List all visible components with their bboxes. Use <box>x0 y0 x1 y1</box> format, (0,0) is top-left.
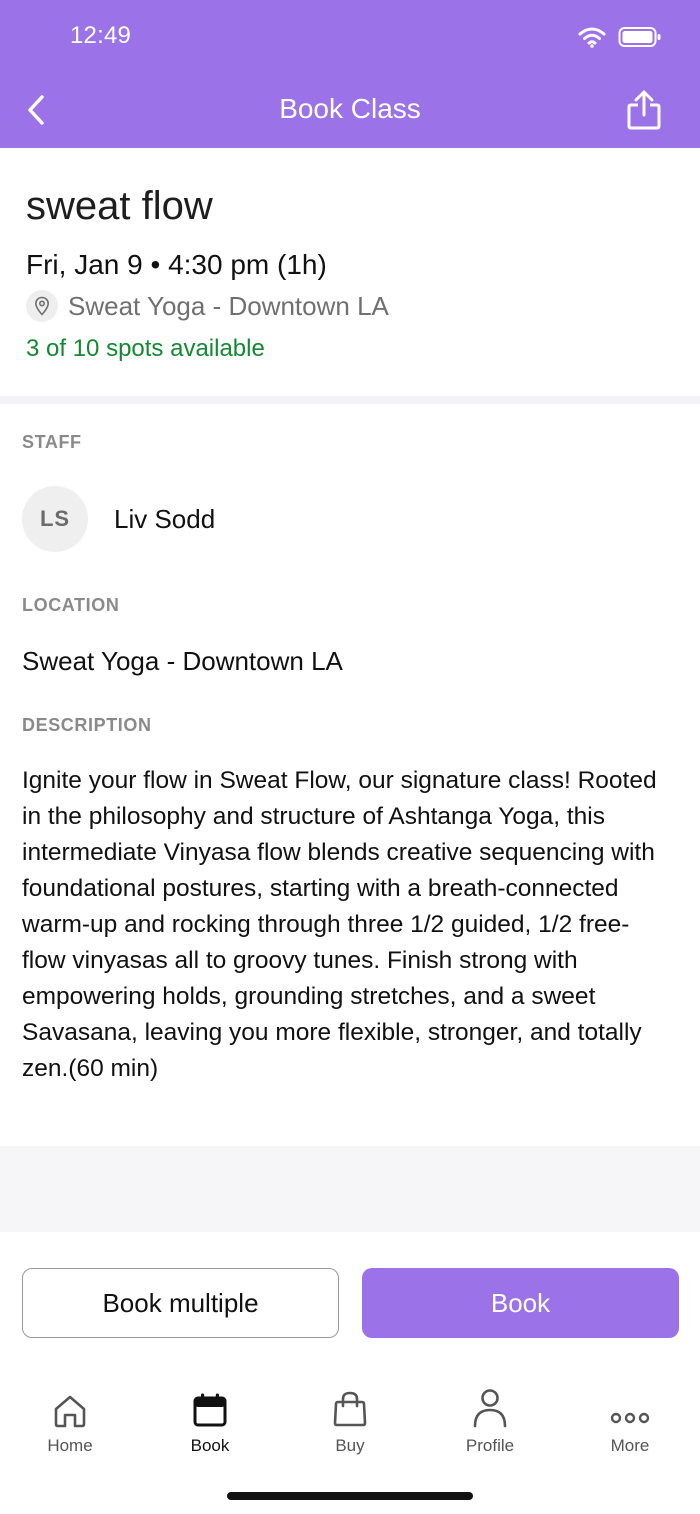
shopping-bag-icon <box>333 1391 367 1427</box>
tab-profile[interactable]: Profile <box>420 1368 560 1468</box>
status-icons <box>578 26 662 48</box>
location-pin-icon <box>26 290 58 322</box>
home-indicator <box>227 1492 473 1500</box>
section-divider <box>0 396 700 404</box>
book-multiple-button[interactable]: Book multiple <box>22 1268 339 1338</box>
status-time: 12:49 <box>70 22 132 49</box>
book-button[interactable]: Book <box>362 1268 679 1338</box>
spots-available: 3 of 10 spots available <box>26 335 265 362</box>
class-name: sweat flow <box>26 184 213 228</box>
page-title: Book Class <box>279 93 421 124</box>
book-class-screen: 12:49 Book Class sweat flow Fri, Jan 9 •… <box>0 0 700 1514</box>
tab-book[interactable]: Book <box>140 1368 280 1468</box>
class-datetime: Fri, Jan 9 • 4:30 pm (1h) <box>26 249 327 280</box>
description-section-label: DESCRIPTION <box>22 715 152 735</box>
class-location-text: Sweat Yoga - Downtown LA <box>68 290 389 321</box>
location-section-label: LOCATION <box>22 595 120 615</box>
class-location-row[interactable]: Sweat Yoga - Downtown LA <box>26 290 389 322</box>
staff-name: Liv Sodd <box>114 503 216 534</box>
location-value: Sweat Yoga - Downtown LA <box>22 646 343 676</box>
tab-buy[interactable]: Buy <box>280 1368 420 1468</box>
tab-label: More <box>610 1436 650 1455</box>
more-dots-icon <box>610 1412 650 1424</box>
class-summary: sweat flow Fri, Jan 9 • 4:30 pm (1h) Swe… <box>0 148 700 396</box>
avatar: LS <box>22 486 88 552</box>
content-footer-band <box>0 1146 700 1232</box>
calendar-icon <box>193 1393 227 1427</box>
share-icon <box>627 90 661 130</box>
share-button[interactable] <box>624 88 664 132</box>
battery-icon <box>618 27 661 47</box>
tab-label: Book <box>190 1436 230 1455</box>
wifi-icon <box>578 27 606 48</box>
staff-section-label: STAFF <box>22 432 82 452</box>
tab-home[interactable]: Home <box>0 1368 140 1468</box>
class-description: Ignite your flow in Sweat Flow, our sign… <box>22 767 657 1082</box>
person-icon <box>473 1389 507 1428</box>
tab-label: Buy <box>335 1436 365 1455</box>
tab-more[interactable]: More <box>560 1368 700 1468</box>
tab-bar: Home Book Buy Profile More <box>0 1368 700 1468</box>
home-icon <box>54 1395 86 1428</box>
staff-member-row[interactable]: LS Liv Sodd <box>22 486 215 552</box>
header-bar: 12:49 Book Class <box>0 0 700 148</box>
tab-label: Profile <box>465 1436 515 1455</box>
tab-label: Home <box>47 1436 93 1455</box>
